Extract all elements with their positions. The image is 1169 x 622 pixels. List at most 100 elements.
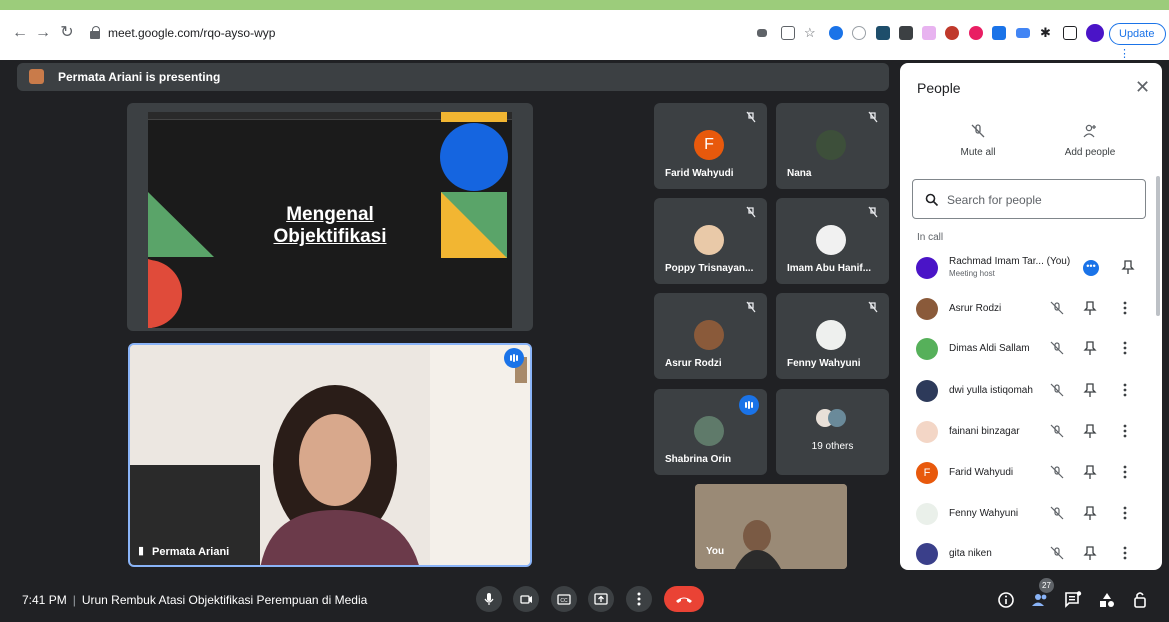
- update-button[interactable]: Update ⋮: [1109, 23, 1166, 60]
- participant-row[interactable]: Dimas Aldi Sallam: [900, 330, 1162, 370]
- more-options-icon[interactable]: •••: [1083, 260, 1099, 276]
- more-vert-icon[interactable]: [1122, 423, 1128, 439]
- slide-title-line-2: Objektifikasi: [273, 226, 387, 247]
- add-person-icon: [1083, 124, 1096, 138]
- end-call-button[interactable]: [664, 586, 704, 612]
- participant-row[interactable]: Fenny Wahyuni: [900, 495, 1162, 535]
- mic-off-icon: [971, 124, 985, 138]
- host-role: Meeting host: [949, 269, 995, 278]
- more-vert-icon[interactable]: [1122, 340, 1128, 356]
- camera-button[interactable]: [513, 586, 539, 612]
- extension-red-icon[interactable]: [945, 26, 959, 40]
- close-icon[interactable]: ✕: [1135, 77, 1150, 98]
- mic-off-icon[interactable]: [1050, 301, 1064, 315]
- others-count: 19 others: [811, 441, 854, 452]
- shared-screen[interactable]: Mengenal Objektifikasi: [127, 103, 533, 331]
- participant-row[interactable]: fainani binzagar: [900, 413, 1162, 453]
- side-panel-icon[interactable]: [1063, 26, 1077, 40]
- mic-off-icon[interactable]: [1050, 341, 1064, 355]
- present-button[interactable]: [588, 586, 614, 612]
- extension-doc-icon[interactable]: [992, 26, 1006, 40]
- participant-row[interactable]: Rachmad Imam Tar... (You) Meeting host •…: [900, 249, 1162, 289]
- forward-arrow-icon[interactable]: →: [33, 23, 53, 43]
- more-vert-icon[interactable]: [1122, 382, 1128, 398]
- profile-avatar[interactable]: [1086, 24, 1104, 42]
- pin-icon[interactable]: ▮: [138, 544, 144, 557]
- mic-off-icon: [868, 111, 878, 123]
- share-icon[interactable]: [781, 26, 795, 40]
- host-controls-icon[interactable]: [1130, 590, 1150, 610]
- meeting-details-icon[interactable]: [996, 590, 1016, 610]
- mic-off-icon[interactable]: [1050, 546, 1064, 560]
- add-people-button[interactable]: Add people: [1050, 123, 1130, 158]
- participant-tile[interactable]: Fenny Wahyuni: [776, 293, 889, 379]
- search-icon: [925, 193, 939, 207]
- participant-tile[interactable]: F Farid Wahyudi: [654, 103, 767, 189]
- pin-icon[interactable]: [1083, 545, 1097, 561]
- pin-icon[interactable]: [1083, 382, 1097, 398]
- chat-icon[interactable]: [1063, 590, 1083, 610]
- yellow-top-shape: [441, 112, 507, 122]
- camera-indicator-icon[interactable]: [757, 29, 767, 37]
- microphone-icon: [484, 593, 494, 605]
- extensions-puzzle-icon[interactable]: ✱: [1040, 26, 1054, 40]
- activities-icon[interactable]: [1097, 590, 1117, 610]
- red-circle-shape: [148, 260, 182, 328]
- mic-off-icon[interactable]: [1050, 465, 1064, 479]
- more-options-button[interactable]: [626, 586, 652, 612]
- participant-initial-avatar: F: [916, 462, 938, 484]
- others-tile[interactable]: 19 others: [776, 389, 889, 475]
- extension-pink-icon[interactable]: [922, 26, 936, 40]
- pin-icon[interactable]: [1083, 340, 1097, 356]
- captions-button[interactable]: CC: [551, 586, 577, 612]
- participant-tile[interactable]: Nana: [776, 103, 889, 189]
- mic-off-icon[interactable]: [1050, 383, 1064, 397]
- pin-icon[interactable]: [1083, 423, 1097, 439]
- people-panel-scrollbar[interactable]: [1156, 176, 1160, 316]
- extension-blue-icon[interactable]: [829, 26, 843, 40]
- presentation-slide: Mengenal Objektifikasi: [148, 112, 512, 328]
- extension-multicolor-icon[interactable]: [969, 26, 983, 40]
- participant-tile[interactable]: Poppy Trisnayan...: [654, 198, 767, 284]
- extension-cast-icon[interactable]: [1016, 28, 1030, 38]
- search-people-input[interactable]: Search for people: [912, 179, 1146, 219]
- microphone-button[interactable]: [476, 586, 502, 612]
- separator: |: [72, 593, 76, 607]
- participant-row[interactable]: dwi yulla istiqomah: [900, 372, 1162, 412]
- more-vert-icon[interactable]: [1122, 545, 1128, 561]
- participant-tile[interactable]: Shabrina Orin: [654, 389, 767, 475]
- back-arrow-icon[interactable]: ←: [10, 23, 30, 43]
- meeting-controls-bar: 7:41 PM | Urun Rembuk Atasi Objektifikasi …: [0, 578, 1169, 622]
- people-count-badge: 27: [1039, 578, 1054, 593]
- participant-row[interactable]: Asrur Rodzi: [900, 290, 1162, 330]
- reload-icon[interactable]: ↻: [57, 23, 77, 43]
- more-vert-icon[interactable]: [1122, 300, 1128, 316]
- participant-row[interactable]: gita niken: [900, 535, 1162, 570]
- you-tag: (You): [1046, 256, 1071, 267]
- pin-icon[interactable]: [1083, 505, 1097, 521]
- participant-tile[interactable]: Asrur Rodzi: [654, 293, 767, 379]
- mute-all-button[interactable]: Mute all: [948, 123, 1008, 158]
- self-view-tile[interactable]: You: [695, 484, 847, 569]
- participant-avatar: [816, 225, 846, 255]
- people-icon[interactable]: [1030, 590, 1050, 610]
- participant-tile[interactable]: Imam Abu Hanif...: [776, 198, 889, 284]
- pin-icon[interactable]: [1121, 259, 1135, 275]
- extension-dark-icon[interactable]: [876, 26, 890, 40]
- bookmark-star-icon[interactable]: ☆: [804, 26, 818, 40]
- participant-row[interactable]: F Farid Wahyudi: [900, 454, 1162, 494]
- pin-icon[interactable]: [1083, 300, 1097, 316]
- extension-gray-icon[interactable]: [899, 26, 913, 40]
- mic-off-icon[interactable]: [1050, 506, 1064, 520]
- presenter-video-tile[interactable]: ▮ Permata Ariani: [128, 343, 532, 567]
- more-vert-icon[interactable]: [1122, 505, 1128, 521]
- participant-name: Fenny Wahyuni: [949, 508, 1019, 519]
- speaking-indicator-icon: [504, 348, 524, 368]
- address-bar[interactable]: meet.google.com/rqo-ayso-wyp: [84, 23, 804, 45]
- presenting-text: Permata Ariani is presenting: [58, 70, 221, 84]
- more-vert-icon[interactable]: [1122, 464, 1128, 480]
- pin-icon[interactable]: [1083, 464, 1097, 480]
- presenter-avatar: [29, 69, 44, 84]
- mic-off-icon[interactable]: [1050, 424, 1064, 438]
- extension-circle-icon[interactable]: [852, 26, 866, 40]
